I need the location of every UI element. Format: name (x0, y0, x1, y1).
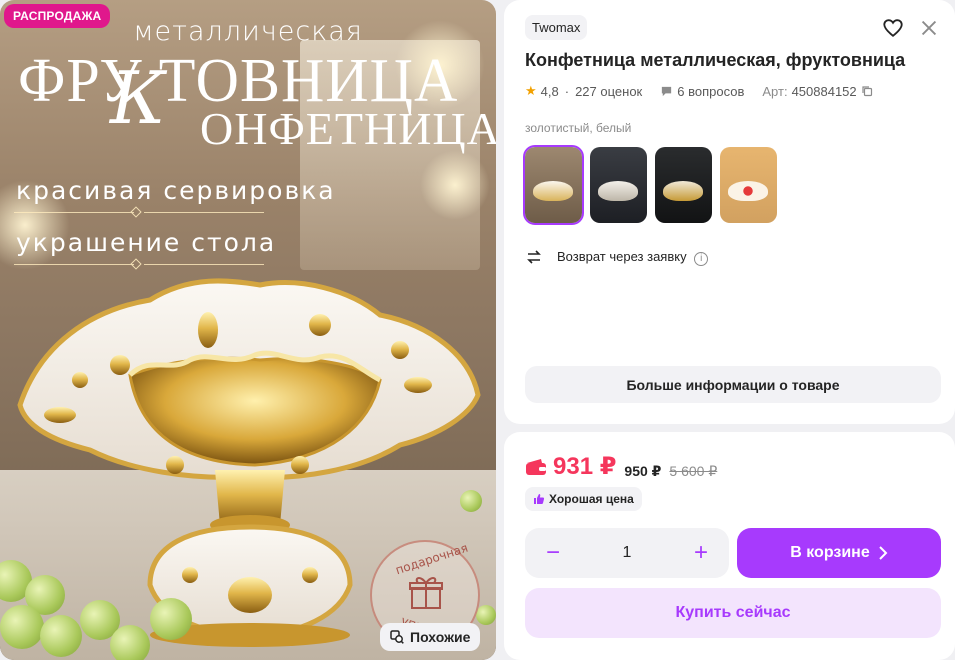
reviews-count[interactable]: 227 оценок (575, 84, 642, 99)
price-without-wallet: 950 ₽ (624, 462, 662, 479)
grape (476, 605, 496, 625)
meta-separator: · (564, 83, 570, 99)
decrease-button[interactable]: − (539, 541, 567, 565)
close-icon[interactable] (918, 17, 940, 39)
thumbnail-3[interactable] (655, 147, 712, 223)
questions-count[interactable]: 6 вопросов (677, 84, 744, 99)
info-icon[interactable]: i (694, 251, 709, 266)
thumbnail-2[interactable] (590, 147, 647, 223)
current-price: 931 ₽ (525, 452, 616, 481)
good-price-label: Хорошая цена (549, 492, 634, 506)
return-arrows-icon (527, 250, 541, 264)
price-original: 5 600 ₽ (669, 462, 718, 479)
similar-label: Похожие (410, 629, 471, 645)
light-glow (420, 150, 490, 220)
headline-candy: ОНФЕТНИЦА (200, 103, 496, 154)
grape (110, 625, 150, 660)
heart-icon[interactable] (882, 17, 904, 39)
headline-small: металлическая (133, 16, 363, 47)
article-number: 450884152 (791, 83, 857, 99)
purchase-card: 931 ₽ 950 ₽ 5 600 ₽ Хорошая цена − 1 + В… (504, 432, 955, 660)
grape (460, 490, 482, 512)
variant-thumbnails (523, 145, 777, 225)
product-title: Конфетница металлическая, фруктовница (525, 50, 906, 70)
buy-now-button[interactable]: Купить сейчас (525, 588, 941, 638)
quantity-stepper: − 1 + (525, 528, 729, 578)
similar-button[interactable]: Похожие (380, 623, 481, 651)
quantity-value: 1 (622, 544, 632, 561)
product-info-card: Twomax Конфетница металлическая, фруктов… (504, 0, 955, 424)
article-label: Арт: (762, 83, 788, 99)
good-price-badge[interactable]: Хорошая цена (525, 487, 642, 511)
grape (150, 598, 192, 640)
gift-box-icon (409, 577, 443, 609)
more-info-button[interactable]: Больше информации о товаре (525, 366, 941, 403)
copy-icon[interactable] (861, 85, 873, 97)
ornament-line (14, 212, 134, 213)
tagline-decor: украшение стола (16, 228, 277, 257)
price-value: 931 ₽ (553, 453, 617, 480)
thumbnail-1[interactable] (523, 145, 584, 225)
brand-chip[interactable]: Twomax (525, 15, 588, 40)
ornament-line (144, 212, 264, 213)
ornament-diamond (130, 206, 142, 218)
thumbnail-4[interactable] (720, 147, 777, 223)
grape (0, 605, 44, 649)
color-label: золотистый, белый (525, 121, 632, 135)
cart-label: В корзине (790, 544, 870, 561)
thumbs-up-icon (534, 494, 545, 504)
similar-icon (390, 630, 404, 644)
tagline-serving: красивая сервировка (16, 176, 336, 205)
return-policy: Возврат через заявку i (525, 248, 709, 266)
product-main-image[interactable]: РАСПРОДАЖА металлическая ФРУ ТОВНИЦА К О… (0, 0, 496, 660)
wallet-icon (526, 458, 546, 475)
questions-icon (662, 86, 672, 96)
grape (40, 615, 82, 657)
return-text: Возврат через заявку (557, 248, 687, 264)
chevron-right-icon (879, 546, 888, 560)
headline-k: К (110, 56, 166, 140)
product-meta: ★ 4,8 · 227 оценок 6 вопросов Арт: 45088… (525, 83, 873, 99)
star-icon: ★ (525, 83, 537, 98)
price-row: 931 ₽ 950 ₽ 5 600 ₽ (525, 452, 717, 481)
in-cart-button[interactable]: В корзине (737, 528, 941, 578)
rating-value[interactable]: 4,8 (541, 84, 559, 99)
increase-button[interactable]: + (687, 541, 715, 565)
